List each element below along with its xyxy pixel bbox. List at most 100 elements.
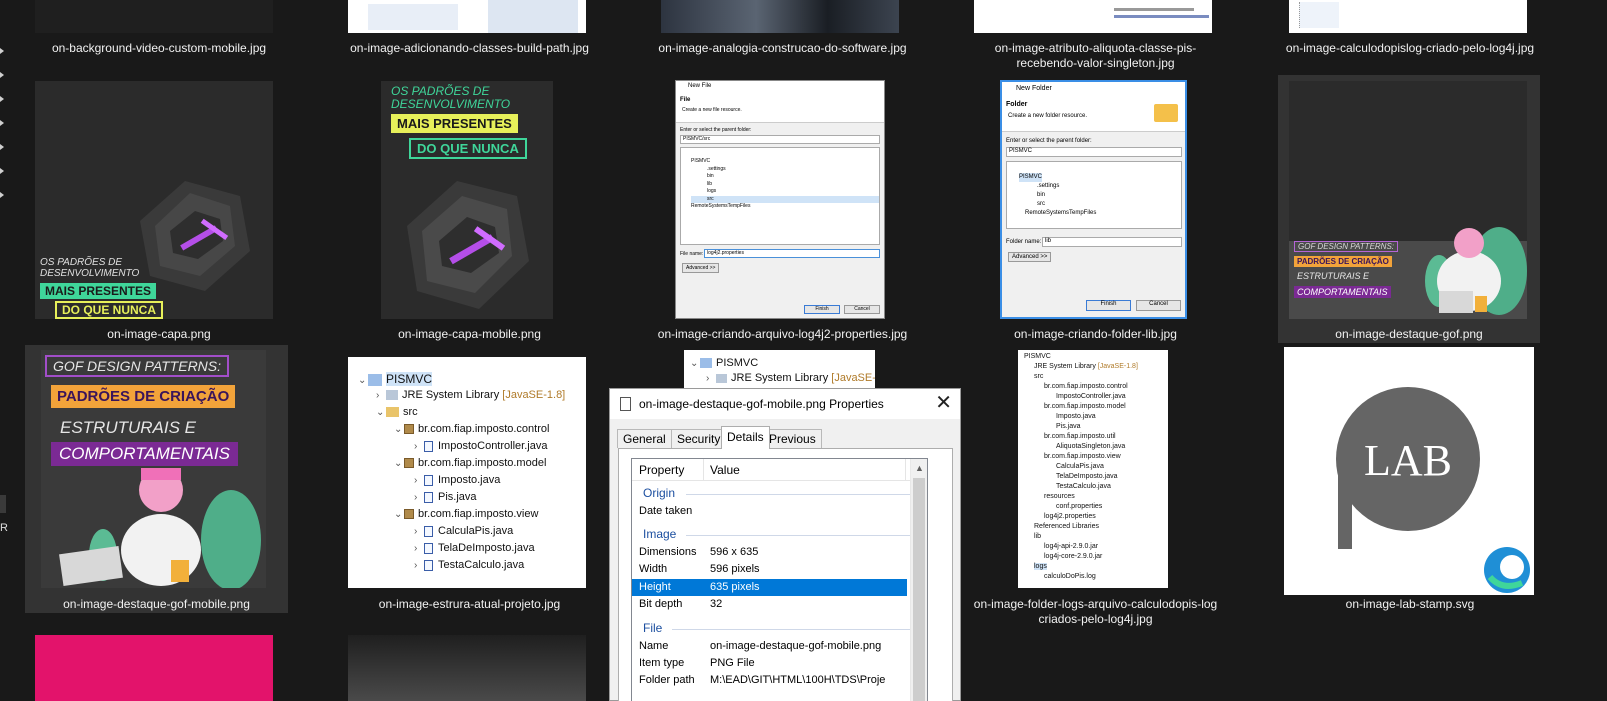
tree-node: CalculaPis.java bbox=[438, 525, 514, 537]
new-file-desc: Create a new file resource. bbox=[682, 107, 742, 113]
close-icon[interactable]: ✕ bbox=[935, 392, 952, 414]
file-item[interactable]: on-image-atributo-aliquota-classe-pis-re… bbox=[968, 0, 1223, 75]
property-row[interactable]: Item type PNG File bbox=[632, 655, 907, 672]
tree-node: calculoDoPis.log bbox=[1044, 573, 1096, 580]
tree-node: logs bbox=[707, 188, 717, 194]
jre-tag: [JavaSE-1.8] bbox=[502, 389, 566, 401]
file-item[interactable]: LAB on-image-lab-stamp.svg bbox=[1282, 345, 1538, 613]
file-name: on-image-analogia-construcao-do-software… bbox=[658, 41, 907, 55]
file-item[interactable]: ⌄ PISMVC › JRE System Library [JavaSE-1.8]… bbox=[342, 345, 597, 613]
file-item[interactable]: on-image-calculodopislog-criado-pelo-log… bbox=[1282, 0, 1538, 60]
property-key: Name bbox=[639, 640, 669, 652]
new-file-tree: PISMVC .settings bin lib logs src Remote… bbox=[680, 147, 880, 245]
property-list[interactable]: Property Value Origin Date taken Image D… bbox=[631, 458, 928, 701]
edge-browser-icon bbox=[1484, 547, 1530, 593]
property-value: PNG File bbox=[710, 657, 755, 669]
advanced-button: Advanced >> bbox=[682, 263, 720, 273]
file-name: on-image-destaque-gof.png bbox=[1335, 327, 1483, 341]
file-name: on-image-capa.png bbox=[107, 327, 211, 341]
new-folder-prompt: Enter or select the parent folder: bbox=[1006, 138, 1092, 144]
capa-line: DESENVOLVIMENTO bbox=[40, 268, 140, 279]
nav-letter: R bbox=[0, 522, 8, 534]
file-item[interactable]: New File File Create a new file resource… bbox=[655, 75, 910, 343]
column-value[interactable]: Value bbox=[710, 463, 740, 477]
property-row[interactable]: Dimensions 596 x 635 bbox=[632, 544, 907, 561]
scroll-up-icon[interactable]: ▲ bbox=[915, 463, 924, 473]
expand-arrow-icon[interactable] bbox=[0, 168, 4, 174]
file-icon bbox=[620, 397, 631, 411]
tree-node: lib bbox=[707, 180, 713, 187]
tree-node: log4j-api-2.9.0.jar bbox=[1044, 543, 1099, 550]
new-folder-name-field: lib bbox=[1042, 237, 1182, 247]
expand-arrow-icon[interactable] bbox=[0, 48, 4, 54]
finish-button: Finish bbox=[804, 305, 840, 314]
tab-previous-versions[interactable]: Previous Versions bbox=[763, 429, 822, 460]
file-item-selected[interactable]: GOF DESIGN PATTERNS: PADRÕES DE CRIAÇÃO … bbox=[25, 345, 288, 613]
dialog-titlebar[interactable]: on-image-destaque-gof-mobile.png Propert… bbox=[610, 389, 960, 419]
tree-node: br.com.fiap.imposto.view bbox=[418, 508, 539, 520]
tree-node: bin bbox=[1037, 192, 1046, 198]
file-thumbnail: LAB bbox=[1284, 347, 1534, 595]
cube-illustration bbox=[407, 181, 529, 309]
property-value: 635 pixels bbox=[710, 581, 760, 593]
tree-node: bin bbox=[707, 173, 714, 179]
file-thumbnail bbox=[348, 0, 586, 33]
expand-arrow-icon[interactable] bbox=[0, 120, 4, 126]
tree-node: PISMVC bbox=[691, 158, 711, 164]
property-key: Item type bbox=[639, 657, 685, 669]
tree-node: br.com.fiap.imposto.model bbox=[418, 457, 547, 469]
expand-arrow-icon[interactable] bbox=[0, 72, 4, 78]
expand-arrow-icon[interactable] bbox=[0, 192, 4, 198]
column-property[interactable]: Property bbox=[639, 463, 684, 477]
capa-subtitle: OS PADRÕES DE DESENVOLVIMENTO bbox=[391, 85, 510, 111]
file-thumbnail: ⌄ PISMVC › JRE System Library [JavaSE-1.8]… bbox=[348, 357, 586, 588]
expand-arrow-icon[interactable] bbox=[0, 96, 4, 102]
section-header: File bbox=[643, 621, 663, 635]
property-row[interactable]: Date taken bbox=[632, 503, 907, 520]
new-folder-name-label: Folder name: bbox=[1006, 239, 1042, 245]
tab-security[interactable]: Security bbox=[671, 429, 727, 448]
tree-node: .settings bbox=[1037, 183, 1060, 189]
new-file-name-field: log4j2.properties bbox=[704, 249, 880, 258]
tree-node: TelaDeImposto.java bbox=[1056, 473, 1118, 480]
tree-node: lib bbox=[1034, 533, 1042, 540]
file-item[interactable]: on-image-adicionando-classes-build-path.… bbox=[342, 0, 597, 60]
tab-general[interactable]: General bbox=[617, 429, 672, 448]
tree-node: src bbox=[403, 406, 418, 418]
file-item[interactable]: on-image-analogia-construcao-do-software… bbox=[655, 0, 910, 60]
file-item[interactable] bbox=[30, 630, 288, 701]
property-row[interactable]: Name on-image-destaque-gof-mobile.png bbox=[632, 638, 907, 655]
tab-details[interactable]: Details bbox=[721, 426, 770, 449]
file-name: on-image-lab-stamp.svg bbox=[1345, 597, 1475, 611]
property-row[interactable]: Bit depth 32 bbox=[632, 596, 907, 613]
new-file-title: New File bbox=[676, 81, 884, 93]
file-thumbnail bbox=[1289, 0, 1527, 33]
file-name: on-image-criando-arquivo-log4j2-properti… bbox=[657, 327, 908, 341]
file-item[interactable]: PISMVC JRE System Library [JavaSE-1.8] s… bbox=[968, 345, 1223, 630]
file-thumbnail bbox=[661, 0, 899, 33]
list-header: Property Value bbox=[632, 459, 927, 481]
capa-badge: MAIS PRESENTES bbox=[391, 114, 518, 133]
property-row-selected[interactable]: Height 635 pixels bbox=[632, 579, 907, 596]
tree-node: src bbox=[1037, 201, 1045, 207]
tree-node: TestaCalculo.java bbox=[438, 559, 525, 571]
scrollbar-thumb[interactable] bbox=[913, 478, 925, 701]
property-row[interactable]: Folder path M:\EAD\GIT\HTML\100H\TDS\Pro… bbox=[632, 672, 907, 689]
tree-node: RemoteSystemsTempFiles bbox=[691, 203, 751, 209]
capa-badge: MAIS PRESENTES bbox=[40, 283, 157, 299]
file-item[interactable]: on-background-video-custom-mobile.jpg bbox=[30, 0, 288, 60]
file-item[interactable]: OS PADRÕES DE DESENVOLVIMENTO MAIS PRESE… bbox=[30, 75, 288, 343]
tree-node: PISMVC bbox=[386, 372, 433, 386]
file-name: on-image-atributo-aliquota-classe-pis-re… bbox=[994, 41, 1197, 70]
property-row[interactable]: Width 596 pixels bbox=[632, 561, 907, 578]
file-item[interactable]: OS PADRÕES DE DESENVOLVIMENTO MAIS PRESE… bbox=[342, 75, 597, 343]
file-item[interactable]: New Folder Folder Create a new folder re… bbox=[968, 75, 1223, 343]
vertical-scrollbar[interactable]: ▲ bbox=[910, 459, 927, 701]
tree-node: AliquotaSingleton.java bbox=[1056, 443, 1126, 450]
file-name: on-image-calculodopislog-criado-pelo-log… bbox=[1285, 41, 1535, 55]
file-item-selected[interactable]: GOF DESIGN PATTERNS: PADRÕES DE CRIAÇÃO … bbox=[1278, 75, 1540, 343]
file-item[interactable] bbox=[342, 630, 597, 701]
file-item[interactable]: ⌄PISMVC ›JRE System Library [JavaSE-1.8] bbox=[680, 350, 880, 390]
capa-badge: DO QUE NUNCA bbox=[409, 138, 527, 159]
expand-arrow-icon[interactable] bbox=[0, 144, 4, 150]
